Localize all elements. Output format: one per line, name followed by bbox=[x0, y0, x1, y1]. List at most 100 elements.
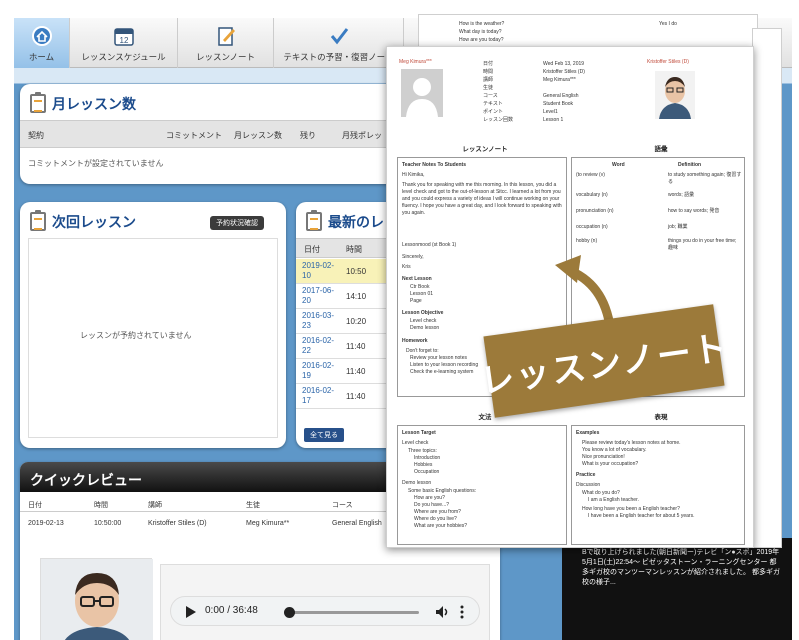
grammar-item: Some basic English questions: bbox=[408, 488, 477, 494]
recent-date[interactable]: 2017-06-20 bbox=[302, 286, 338, 306]
next-lesson-empty-message: レッスンが予約されていません bbox=[80, 331, 192, 340]
fragment-2: What day is today? bbox=[459, 29, 502, 35]
col-monthly-count: 月レッスン数 bbox=[234, 131, 282, 140]
tab-text-review[interactable]: テキストの予習・復習ノート bbox=[274, 18, 404, 68]
note-item: Demo lesson bbox=[410, 325, 440, 331]
info-label-time: 時間 bbox=[483, 69, 494, 75]
vocab-word: (to review (v) bbox=[576, 172, 605, 178]
vocab-def: to study something again; 復習する bbox=[668, 172, 742, 185]
avatar-placeholder-icon bbox=[406, 78, 438, 117]
grammar-item: How are you? bbox=[414, 495, 445, 501]
usage-item: How long have you been a English teacher… bbox=[582, 506, 680, 512]
qr-date: 2019-02-13 bbox=[28, 520, 64, 527]
info-value-student: Meg Kimura*** bbox=[543, 77, 576, 83]
info-value-course: General English bbox=[543, 93, 579, 99]
note-item: Check the e-learning system bbox=[410, 369, 474, 375]
recent-date[interactable]: 2019-02-10 bbox=[302, 261, 338, 281]
note-item: Lesson 01 bbox=[410, 291, 434, 297]
qr-col-time: 時間 bbox=[94, 502, 108, 509]
teacher-portrait-icon bbox=[659, 77, 691, 119]
vocab-col-word: Word bbox=[612, 162, 625, 168]
info-value-text: Student Book bbox=[543, 101, 574, 107]
col-monthly-rest: 月残ポレッ bbox=[342, 131, 382, 140]
tab-lesson-schedule-label: レッスンスケジュール bbox=[81, 52, 166, 62]
vocab-def: words; 語彙 bbox=[668, 192, 695, 198]
info-value-lesson: Lesson 1 bbox=[543, 117, 564, 123]
vocab-word: occupation (n) bbox=[576, 224, 608, 230]
teacher-notes-greeting: Hi Kimika, bbox=[402, 172, 425, 178]
play-icon[interactable] bbox=[185, 605, 197, 619]
monthly-lessons-panel: 月レッスン数 契約 コミットメント 月レッスン数 残り 月残ポレッ コミットメン… bbox=[20, 84, 420, 184]
app-root: ホーム 12 レッスンスケジュール レッスンノート テキストの予習・復習ノート … bbox=[0, 0, 799, 640]
vocab-def: how to say words; 発音 bbox=[668, 208, 720, 214]
audio-progress-handle[interactable] bbox=[284, 607, 295, 618]
recent-date[interactable]: 2016-02-19 bbox=[302, 361, 338, 381]
info-value-date: Wed Feb 13, 2019 bbox=[543, 61, 585, 67]
section-usage: 表現 bbox=[654, 414, 668, 421]
tab-home-label: ホーム bbox=[28, 52, 55, 62]
vocab-col-definition: Definition bbox=[678, 162, 702, 168]
grammar-item: Level check bbox=[402, 440, 429, 446]
teacher-photo bbox=[40, 558, 153, 640]
qr-col-student: 生徒 bbox=[246, 502, 260, 509]
note-item: Lessonmood (st Book 1) bbox=[402, 242, 457, 248]
grammar-item: Occupation bbox=[414, 469, 440, 475]
info-label-text: テキスト bbox=[483, 101, 503, 107]
qr-student: Meg Kimura** bbox=[246, 520, 290, 527]
info-label-points: ポイント bbox=[483, 109, 504, 115]
report-teacher-name: Kristoffer Stiles (D) bbox=[647, 59, 689, 65]
next-lesson-title: 次回レッスン bbox=[52, 214, 136, 230]
usage-item: What is your occupation? bbox=[582, 461, 639, 467]
info-label-student: 生徒 bbox=[483, 85, 494, 91]
home-icon bbox=[31, 26, 52, 46]
checkmark-icon bbox=[330, 28, 348, 45]
more-options-icon[interactable] bbox=[459, 605, 465, 619]
grammar-box: Lesson Target Level check Three topics: … bbox=[397, 425, 567, 545]
note-item: Level check bbox=[410, 318, 437, 324]
qr-teacher: Kristoffer Stiles (D) bbox=[148, 520, 207, 527]
usage-item: Discussion bbox=[576, 482, 601, 488]
reservation-status-button[interactable]: 予約状況確認 bbox=[210, 216, 264, 230]
teacher-portrait-icon bbox=[41, 559, 153, 640]
grammar-item: Lesson Target bbox=[402, 430, 436, 436]
tab-home[interactable]: ホーム bbox=[14, 18, 70, 68]
clipboard-icon bbox=[306, 210, 322, 231]
audio-progress-track[interactable] bbox=[284, 607, 419, 618]
col-time: 時間 bbox=[346, 245, 362, 254]
note-item: Sincerely, bbox=[402, 254, 424, 260]
note-item: Don't forget to: bbox=[406, 348, 439, 354]
tab-lesson-note-label: レッスンノート bbox=[195, 52, 256, 62]
teacher-avatar bbox=[655, 71, 695, 119]
fragment-4: Yes I do bbox=[659, 21, 677, 27]
fragment-1: How is the weather? bbox=[459, 21, 505, 27]
qr-col-course: コース bbox=[332, 502, 353, 509]
info-label-teacher: 講師 bbox=[483, 77, 494, 83]
tab-text-review-label: テキストの予習・復習ノート bbox=[283, 52, 394, 62]
recent-date[interactable]: 2016-03-23 bbox=[302, 311, 338, 331]
clipboard-icon bbox=[30, 210, 46, 231]
recent-time: 14:10 bbox=[346, 292, 367, 301]
grammar-item: Introduction bbox=[414, 455, 441, 461]
note-item: Page bbox=[410, 298, 422, 304]
audio-player[interactable]: 0:00 / 36:48 bbox=[170, 596, 480, 626]
vocab-word: pronunciation (n) bbox=[576, 208, 614, 214]
usage-item: Examples bbox=[576, 430, 600, 436]
recent-date[interactable]: 2016-02-17 bbox=[302, 386, 338, 406]
vocab-def: things you do in your free time; 趣味 bbox=[668, 238, 737, 251]
recent-date[interactable]: 2016-02-22 bbox=[302, 336, 338, 356]
note-item: Kris bbox=[402, 264, 411, 270]
view-all-button[interactable]: 全て見る bbox=[304, 428, 344, 442]
tab-lesson-schedule[interactable]: 12 レッスンスケジュール bbox=[70, 18, 178, 68]
grammar-item: Hobbies bbox=[414, 462, 433, 468]
vocab-def: job; 職業 bbox=[668, 224, 688, 230]
note-icon bbox=[217, 27, 235, 46]
tab-lesson-note[interactable]: レッスンノート bbox=[178, 18, 274, 68]
section-vocab: 語彙 bbox=[654, 146, 668, 153]
section-grammar: 文法 bbox=[478, 414, 492, 421]
usage-item: I am a English teacher. bbox=[588, 497, 639, 503]
info-value-level: Level1 bbox=[543, 109, 558, 115]
note-item: Homework bbox=[402, 338, 428, 344]
volume-icon[interactable] bbox=[435, 605, 449, 619]
teacher-notes-body: Thank you for speaking with me this morn… bbox=[402, 182, 562, 216]
note-item: Next Lesson bbox=[402, 276, 432, 282]
